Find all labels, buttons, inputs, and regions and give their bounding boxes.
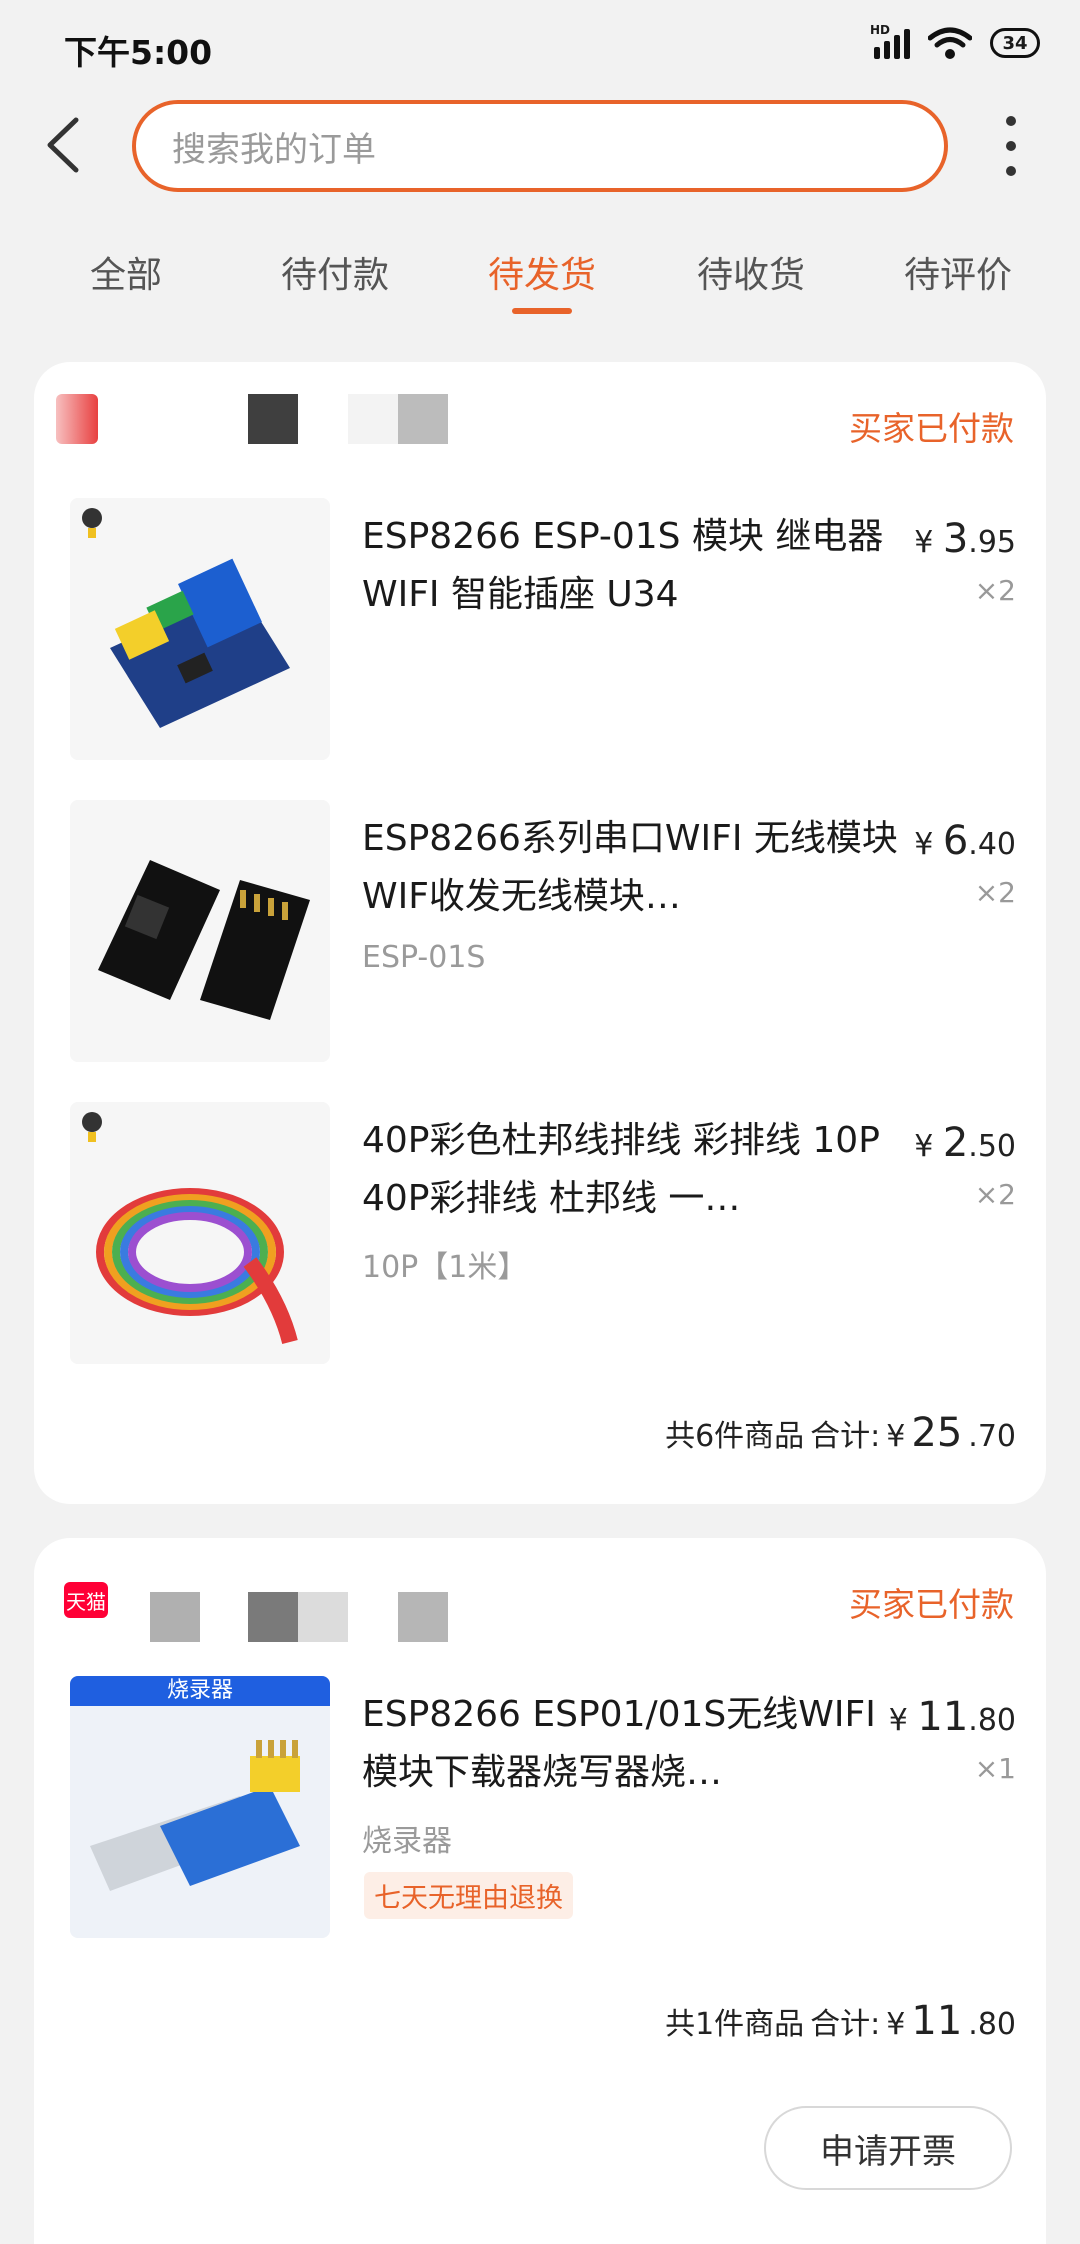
order-item-count: 共1件商品 (665, 2007, 805, 2042)
product-price: ¥ 6.40 (914, 818, 1016, 864)
product-image[interactable] (70, 498, 330, 760)
tab-pending-receipt[interactable]: 待收货 (671, 246, 831, 298)
order-item[interactable]: ESP8266系列串口WIFI 无线模块 WIF收发无线模块… ESP-01S … (34, 800, 1046, 1062)
signal-icon: HD (870, 23, 910, 59)
order-status: 买家已付款 (849, 409, 1014, 448)
tmall-logo: 天猫 (64, 1582, 108, 1618)
network-label: HD (870, 23, 891, 37)
order-total-amount: 25 (911, 1410, 963, 1456)
product-image[interactable] (70, 800, 330, 1062)
back-icon[interactable] (36, 110, 96, 180)
product-title[interactable]: ESP8266 ESP-01S 模块 继电器 WIFI 智能插座 U34 (362, 508, 902, 624)
tab-pending-shipment[interactable]: 待发货 (462, 246, 622, 298)
product-quantity: ×2 (974, 876, 1016, 909)
order-item-count: 共6件商品 (665, 1419, 805, 1454)
product-quantity: ×2 (974, 1178, 1016, 1211)
order-total-amount: 11 (911, 1998, 963, 2044)
order-total: 共1件商品 合计: ¥11.80 (665, 1998, 1016, 2044)
status-bar: 下午5:00 HD 34 (0, 0, 1080, 90)
product-price: ¥ 2.50 (914, 1120, 1016, 1166)
more-icon[interactable] (996, 116, 1026, 176)
shop-row[interactable]: 天猫 买家已付款 (34, 1538, 1046, 1658)
product-quantity: ×1 (974, 1752, 1016, 1785)
order-item[interactable]: 烧录器 ESP8266 ESP01/01S无线WIFI模块下载器烧写器烧… 烧录… (34, 1676, 1046, 1938)
shop-name-block (298, 1592, 348, 1642)
product-title[interactable]: 40P彩色杜邦线排线 彩排线 10P 40P彩排线 杜邦线 一… (362, 1112, 902, 1228)
product-image[interactable] (70, 1102, 330, 1364)
tab-pending-payment[interactable]: 待付款 (255, 246, 415, 298)
product-sku: 10P【1米】 (362, 1250, 528, 1285)
shop-name-block (398, 394, 448, 444)
request-invoice-button[interactable]: 申请开票 (764, 2106, 1012, 2190)
product-image[interactable]: 烧录器 (70, 1676, 330, 1938)
product-price: ¥ 3.95 (914, 516, 1016, 562)
active-tab-indicator (512, 308, 572, 314)
shop-row[interactable]: 买家已付款 (34, 362, 1046, 482)
product-quantity: ×2 (974, 574, 1016, 607)
order-status: 买家已付款 (849, 1585, 1014, 1624)
order-item[interactable]: ESP8266 ESP-01S 模块 继电器 WIFI 智能插座 U34 ¥ 3… (34, 498, 1046, 760)
order-total: 共6件商品 合计: ¥25.70 (665, 1410, 1016, 1456)
order-card[interactable]: 买家已付款 ESP8266 ESP-01S 模块 继电器 WIFI 智能插座 U… (34, 362, 1046, 1504)
product-title[interactable]: ESP8266 ESP01/01S无线WIFI模块下载器烧写器烧… (362, 1686, 902, 1802)
shop-name-block (248, 394, 298, 444)
shop-name-block (248, 1592, 298, 1642)
shop-name-block (398, 1592, 448, 1642)
return-policy-badge: 七天无理由退换 (364, 1872, 573, 1919)
product-sku: ESP-01S (362, 940, 486, 975)
product-banner: 烧录器 (70, 1676, 330, 1706)
product-sku: 烧录器 (362, 1824, 452, 1859)
order-total-label: 合计: (810, 1419, 881, 1454)
product-price: ¥ 11.80 (888, 1694, 1016, 1740)
battery-icon: 34 (990, 28, 1040, 58)
tab-all[interactable]: 全部 (46, 246, 206, 298)
order-total-label: 合计: (810, 2007, 881, 2042)
status-icons: HD 34 (870, 23, 1040, 60)
status-time: 下午5:00 (64, 33, 213, 72)
search-placeholder: 搜索我的订单 (172, 129, 376, 170)
tab-pending-review[interactable]: 待评价 (878, 246, 1038, 298)
product-title[interactable]: ESP8266系列串口WIFI 无线模块 WIF收发无线模块… (362, 810, 902, 926)
orders-page: 下午5:00 HD 34 搜索我的订单 全部 待付款 待发货 待收货 待评价 买… (0, 0, 1080, 2244)
shop-name-block (150, 1592, 200, 1642)
shop-logo (56, 394, 98, 444)
wifi-icon (928, 27, 972, 59)
shop-name-block (348, 394, 398, 444)
order-item[interactable]: 40P彩色杜邦线排线 彩排线 10P 40P彩排线 杜邦线 一… 10P【1米】… (34, 1102, 1046, 1364)
order-tabs: 全部 待付款 待发货 待收货 待评价 (0, 240, 1080, 320)
order-card[interactable]: 天猫 买家已付款 烧录器 ESP8266 ESP01/01S无线WIFI模块下载… (34, 1538, 1046, 2244)
header: 搜索我的订单 (0, 90, 1080, 200)
search-input[interactable]: 搜索我的订单 (132, 100, 948, 192)
